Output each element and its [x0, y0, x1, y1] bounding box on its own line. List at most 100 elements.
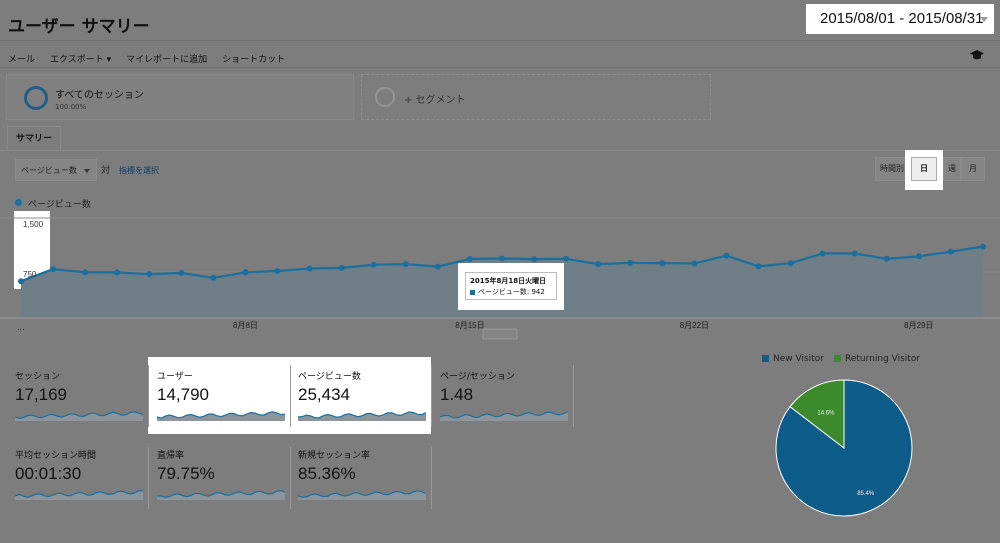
- data-point: [563, 255, 570, 262]
- metric-value: 1.48: [440, 385, 474, 404]
- series-legend-label: ページビュー数: [28, 200, 91, 210]
- date-range-label: 2015/08/01 - 2015/08/31: [820, 10, 984, 27]
- data-point: [306, 265, 313, 272]
- shortcut-button[interactable]: ショートカット: [222, 52, 285, 65]
- legend-swatch: [834, 355, 841, 362]
- y-tick-label: 750: [23, 270, 37, 279]
- add-segment-button[interactable]: + セグメント: [361, 74, 711, 120]
- granularity-month-button[interactable]: 月: [961, 157, 985, 181]
- sparkline: [157, 411, 285, 421]
- metric-label: ページビュー数: [298, 372, 361, 382]
- data-point: [146, 271, 153, 278]
- email-button[interactable]: メール: [8, 52, 35, 65]
- divider: [0, 67, 1000, 68]
- data-point: [210, 274, 217, 281]
- pie-legend-new: New Visitor: [762, 354, 824, 364]
- metric-tile[interactable]: ページビュー数 25,434: [298, 369, 426, 431]
- pie-legend-returning: Returning Visitor: [834, 354, 920, 364]
- metric-label: 平均セッション時間: [15, 451, 97, 461]
- x-tick-label: ...: [17, 323, 25, 332]
- chevron-down-icon: [980, 17, 988, 22]
- date-range-picker[interactable]: 2015/08/01 - 2015/08/31: [806, 4, 994, 34]
- granularity-day-button[interactable]: 日: [905, 150, 943, 190]
- x-tick-label: 8月29日: [904, 321, 933, 330]
- select-metric-link[interactable]: 指標を選択: [119, 165, 159, 176]
- sparkline: [15, 490, 143, 500]
- sparkline-area: [298, 490, 426, 500]
- data-point: [466, 256, 473, 262]
- visitor-type-pie: 85.4% 14.6%: [775, 379, 913, 517]
- data-point: [627, 259, 634, 266]
- data-point: [851, 250, 858, 257]
- metric-value: 17,169: [15, 385, 67, 404]
- data-point: [114, 269, 121, 276]
- granularity-hourly-button[interactable]: 時間別: [875, 157, 909, 181]
- metric-value: 25,434: [298, 385, 350, 404]
- metric-tile[interactable]: ページ/セッション 1.48: [440, 369, 568, 431]
- segment-ring-icon: [24, 86, 48, 110]
- data-point: [274, 268, 281, 274]
- add-segment-label: + セグメント: [404, 95, 466, 106]
- metric-value: 00:01:30: [15, 464, 82, 483]
- pie-slice-label: 85.4%: [857, 491, 875, 497]
- data-point: [531, 256, 538, 263]
- metric-value: 14,790: [157, 385, 209, 404]
- add-to-dashboard-button[interactable]: マイレポートに追加: [126, 52, 207, 65]
- graduation-cap-icon[interactable]: [970, 49, 984, 61]
- data-point: [723, 252, 730, 259]
- metric-label: 新規セッション率: [298, 451, 371, 461]
- metric-select[interactable]: ページビュー数: [15, 159, 97, 181]
- metric-tile[interactable]: セッション 17,169: [15, 369, 143, 431]
- data-point: [50, 266, 57, 273]
- data-point: [338, 264, 345, 271]
- metric-separator: [148, 365, 149, 427]
- divider: [0, 40, 1000, 41]
- page-title: ユーザー サマリー: [8, 17, 150, 37]
- x-tick-label: 8月22日: [680, 321, 709, 330]
- segment-percentage: 100.00%: [55, 103, 87, 111]
- data-point: [402, 261, 409, 268]
- sparkline: [157, 489, 285, 500]
- metric-tile[interactable]: 直帰率 79.75%: [157, 448, 285, 510]
- pie-legend-label: New Visitor: [773, 354, 824, 364]
- data-point: [980, 243, 986, 250]
- sparkline: [298, 490, 426, 500]
- tooltip-swatch: [470, 289, 475, 295]
- segment-name: すべてのセッション: [55, 90, 144, 101]
- metric-tile[interactable]: 新規セッション率 85.36%: [298, 448, 426, 510]
- metric-label: ユーザー: [157, 372, 193, 382]
- data-point: [819, 250, 826, 257]
- x-tick-label: 8月15日: [455, 321, 484, 330]
- tab-summary[interactable]: サマリー: [7, 126, 61, 151]
- segment-placeholder-icon: [375, 87, 395, 107]
- data-point: [434, 263, 441, 270]
- data-point: [915, 253, 922, 260]
- data-point: [242, 269, 249, 276]
- metric-tile[interactable]: 平均セッション時間 00:01:30: [15, 448, 143, 510]
- report-toolbar: メール エクスポート ▾ マイレポートに追加 ショートカット: [8, 52, 285, 65]
- sparkline: [298, 411, 426, 421]
- export-button[interactable]: エクスポート ▾: [50, 52, 111, 65]
- vs-label: 対: [101, 166, 111, 176]
- pie-slice-label: 14.6%: [817, 410, 835, 416]
- metric-separator: [290, 365, 291, 427]
- metric-value: 79.75%: [157, 464, 215, 483]
- segment-all-sessions[interactable]: すべてのセッション 100.00%: [6, 74, 354, 120]
- x-tick-label: 8月8日: [233, 321, 258, 330]
- sparkline: [15, 411, 143, 421]
- metric-separator: [290, 447, 291, 509]
- sparkline: [440, 410, 568, 421]
- metric-label: セッション: [15, 372, 61, 382]
- metric-tile[interactable]: ユーザー 14,790: [157, 369, 285, 431]
- data-point: [595, 261, 602, 268]
- data-point: [178, 269, 185, 276]
- data-point: [18, 278, 24, 285]
- y-tick-label: 1,500: [23, 220, 44, 229]
- tooltip-date: 2015年8月18日火曜日: [470, 277, 547, 285]
- chart-collapse-handle: [482, 328, 518, 340]
- data-point: [883, 255, 890, 262]
- series-legend-marker: [15, 199, 22, 206]
- metric-label: ページ/セッション: [440, 372, 515, 382]
- metric-separator: [148, 447, 149, 509]
- granularity-week-button[interactable]: 週: [943, 157, 961, 181]
